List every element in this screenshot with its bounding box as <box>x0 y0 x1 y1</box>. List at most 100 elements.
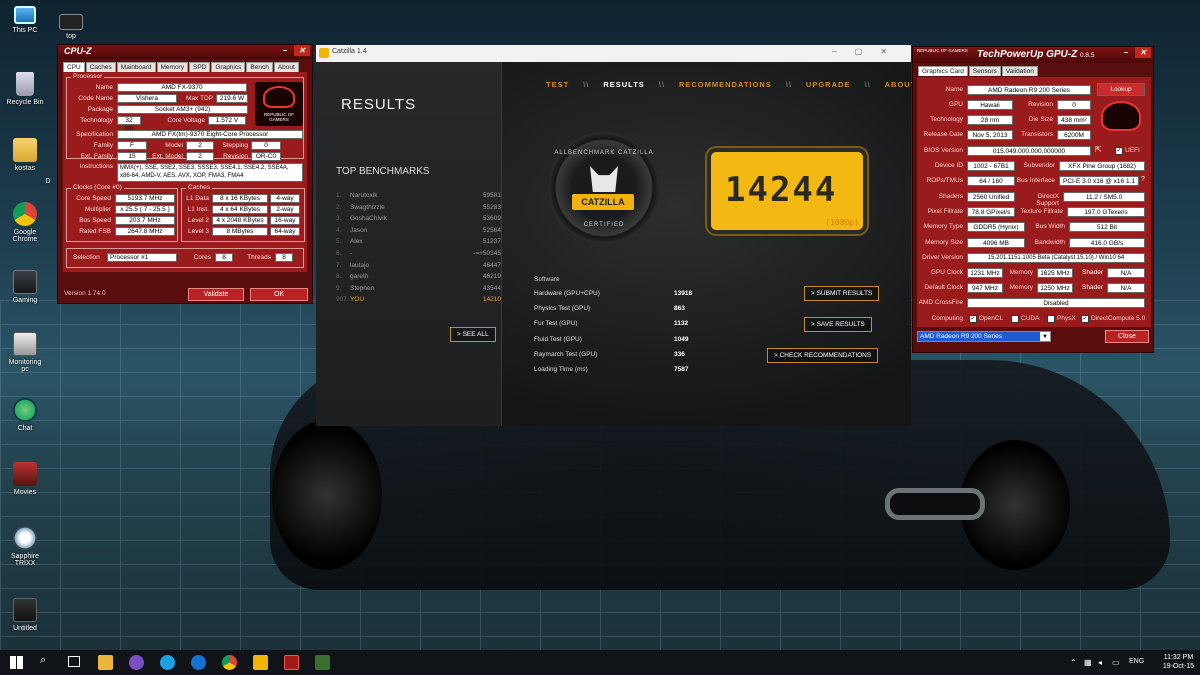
see-all-button[interactable]: > SEE ALL <box>450 327 496 342</box>
desktop-icon-monitoring-pc[interactable]: Monitoring pc <box>4 332 46 373</box>
texture-fillrate-value: 197.0 GTexel/s <box>1067 207 1145 217</box>
nav-results[interactable]: RESULTS <box>603 80 644 89</box>
minimize-icon[interactable]: – <box>1118 47 1134 58</box>
viber-icon[interactable] <box>129 655 144 670</box>
desktop-icon-movies[interactable]: Movies <box>4 462 46 496</box>
desktop-icon-label: Google Chrome <box>12 229 38 243</box>
desktop-icon-recycle-bin[interactable]: Recycle Bin <box>4 72 46 106</box>
technology-value: 32 nm <box>117 116 141 132</box>
l1i-value: 4 x 64 KBytes <box>212 205 268 214</box>
file-explorer-icon[interactable] <box>98 655 113 670</box>
desktop-icon-label: Recycle Bin <box>6 99 44 106</box>
physx-checkbox[interactable] <box>1047 315 1055 323</box>
tray-notification-icon[interactable]: ▭ <box>1112 658 1120 667</box>
code-name-value: Vishera <box>117 94 177 103</box>
tray-network-icon[interactable]: ▦ <box>1084 658 1092 667</box>
minimize-icon[interactable]: – <box>277 45 293 56</box>
tab-sensors[interactable]: Sensors <box>968 66 1001 76</box>
window-title: CPU-Z <box>64 46 92 56</box>
group-title: Clocks (Core #0) <box>71 184 124 191</box>
help-icon[interactable]: ? <box>1141 176 1145 183</box>
language-indicator[interactable]: ENG <box>1129 658 1144 665</box>
task-view-icon[interactable] <box>68 656 80 667</box>
benchmark-row: 5. Alex 51237 <box>336 238 501 245</box>
share-bios-icon[interactable]: ⇱ <box>1095 145 1102 154</box>
close-button[interactable]: Close <box>1105 330 1149 343</box>
submit-results-button[interactable]: > SUBMIT RESULTS <box>804 286 880 301</box>
cpuz-window[interactable]: CPU-Z – ✕ CPU Caches Mainboard Memory SP… <box>57 44 313 304</box>
gpuz-tabs: Graphics Card Sensors Validation <box>913 63 1153 76</box>
clock[interactable]: 11:32 PM 19-Oct-15 <box>1163 653 1194 671</box>
close-icon[interactable]: ✕ <box>1135 47 1151 58</box>
uefi-checkbox[interactable]: ✓ <box>1115 147 1123 155</box>
memory-size-label: Memory Size <box>925 239 963 246</box>
check-recommendations-button[interactable]: > CHECK RECOMMENDATIONS <box>767 348 879 363</box>
core-voltage-label: Core Voltage <box>167 117 205 124</box>
tab-validation[interactable]: Validation <box>1001 66 1038 76</box>
windows-start-icon[interactable] <box>10 656 23 669</box>
transistors-value: 6200M <box>1057 130 1091 140</box>
catzilla-window[interactable]: Catzilla 1.4 –▢✕ RESULTS TOP BENCHMARKS … <box>316 45 915 426</box>
cpuz-icon[interactable] <box>284 655 299 670</box>
desktop-icon-gaming[interactable]: Gaming <box>4 270 46 304</box>
gpuz-icon[interactable] <box>315 655 330 670</box>
threads-value: 8 <box>275 253 293 262</box>
tab-caches[interactable]: Caches <box>85 62 116 72</box>
movies-folder-icon <box>13 462 37 486</box>
benchmark-name: Narutoxik <box>350 192 378 199</box>
gpuz-titlebar[interactable]: TechPowerUp GPU-Z 0.8.5 REPUBLIC OF GAME… <box>913 47 1153 63</box>
tab-memory[interactable]: Memory <box>156 62 188 72</box>
desktop-icon-top[interactable]: top <box>50 14 92 40</box>
desktop-icon-sapphire-trixx[interactable]: Sapphire TRIXX <box>4 526 46 567</box>
cuda-checkbox[interactable] <box>1011 315 1019 323</box>
edge-icon[interactable] <box>191 655 206 670</box>
tab-cpu[interactable]: CPU <box>63 62 85 72</box>
tab-bench[interactable]: Bench <box>246 62 273 72</box>
skype-icon[interactable] <box>160 655 175 670</box>
close-icon[interactable]: ✕ <box>294 45 310 56</box>
benchmark-score: 43544 <box>482 284 501 292</box>
directcompute-checkbox[interactable]: ✓ <box>1081 315 1089 323</box>
validate-button[interactable]: Validate <box>188 288 244 301</box>
version-label: 0.8.5 <box>1079 52 1095 59</box>
lookup-button[interactable]: Lookup <box>1097 83 1145 96</box>
save-results-button[interactable]: > SAVE RESULTS <box>804 317 872 332</box>
tab-graphics[interactable]: Graphics <box>211 62 246 72</box>
desktop-icon-d[interactable]: D <box>40 178 56 185</box>
desktop-icon-kostas[interactable]: kostas <box>4 138 46 172</box>
catzilla-icon[interactable] <box>253 655 268 670</box>
nav-recommendations[interactable]: RECOMMENDATIONS <box>679 80 772 89</box>
result-row: Raymarch Test (GPU) 336 <box>534 351 704 358</box>
cpuz-titlebar[interactable]: CPU-Z – ✕ <box>58 45 312 59</box>
chrome-icon[interactable] <box>222 655 237 670</box>
benchmark-rank: 9. <box>336 284 342 292</box>
card-select[interactable]: AMD Radeon R9 200 Series ▼ <box>917 331 1051 342</box>
computer-icon <box>14 6 36 24</box>
desktop-icon-google-chrome[interactable]: Google Chrome <box>4 202 46 243</box>
opencl-checkbox[interactable]: ✓ <box>969 315 977 323</box>
search-icon[interactable]: ⌕ <box>40 654 46 667</box>
texture-fillrate-label: Texture Fillrate <box>1020 208 1063 215</box>
desktop-icon-untitled[interactable]: Untitled <box>4 598 46 632</box>
desktop-icon-chat[interactable]: Chat <box>4 398 46 432</box>
tab-spd[interactable]: SPD <box>188 62 211 72</box>
result-name: Fluid Test (GPU) <box>534 335 582 343</box>
tab-about[interactable]: About <box>273 62 299 72</box>
tab-graphics-card[interactable]: Graphics Card <box>918 66 968 76</box>
ok-button[interactable]: OK <box>250 288 308 301</box>
window-controls-icon[interactable]: –▢✕ <box>832 47 905 56</box>
benchmark-score: 46447 <box>482 261 501 269</box>
shaders-value: 2560 Unified <box>967 192 1015 202</box>
tray-arrow-icon[interactable]: ⌃ <box>1070 658 1077 667</box>
catzilla-titlebar[interactable]: Catzilla 1.4 –▢✕ <box>316 45 911 62</box>
nav-upgrade[interactable]: UPGRADE <box>806 80 851 89</box>
processor-select[interactable]: Processor #1 <box>107 253 177 262</box>
tab-mainboard[interactable]: Mainboard <box>116 62 156 72</box>
desktop-icon-this-pc[interactable]: This PC <box>4 6 46 34</box>
tray-volume-icon[interactable]: ◂ <box>1098 658 1102 667</box>
nav-test[interactable]: TEST <box>546 80 569 89</box>
benchmark-row: 8. gareth 46219 <box>336 273 501 280</box>
result-value: 336 <box>674 350 685 358</box>
gpuz-window[interactable]: TechPowerUp GPU-Z 0.8.5 REPUBLIC OF GAME… <box>912 46 1154 353</box>
taskbar: ⌕ ⌃ ▦ ◂ ▭ ENG 11:32 PM 19-Oct-15 <box>0 650 1200 675</box>
